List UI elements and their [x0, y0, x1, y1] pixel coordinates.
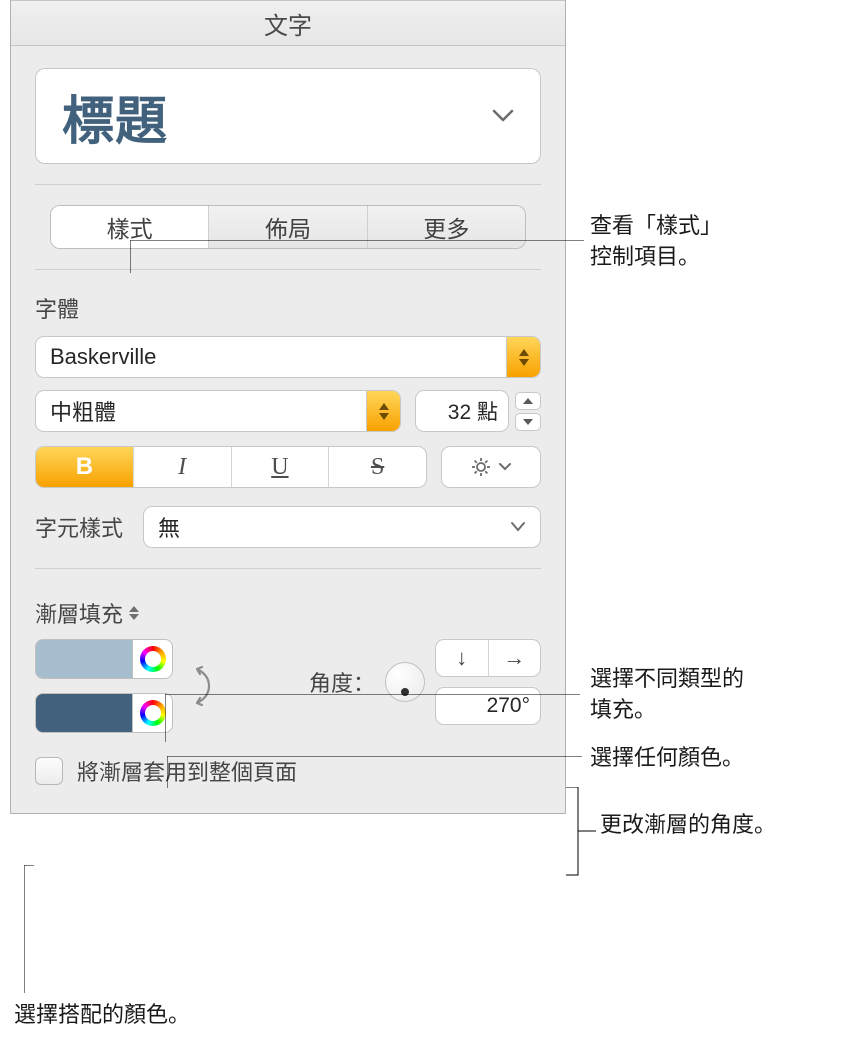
italic-button[interactable]: I: [134, 447, 232, 487]
divider: [35, 184, 541, 185]
gradient-color1-row: [35, 639, 173, 679]
tab-layout[interactable]: 佈局: [209, 206, 367, 248]
font-size-group: 32 點: [415, 390, 541, 432]
font-weight-select[interactable]: 中粗體: [35, 390, 401, 432]
color-wheel-icon: [140, 646, 166, 672]
color-wheel-icon: [140, 700, 166, 726]
tab-bar: 樣式 佈局 更多: [50, 205, 526, 249]
gradient-color2-swatch[interactable]: [35, 693, 133, 733]
text-style-group: B I U S: [35, 446, 427, 488]
panel-title: 文字: [11, 0, 565, 46]
callout-angle: 更改漸層的角度。: [600, 810, 776, 841]
underline-button[interactable]: U: [232, 447, 330, 487]
gradient-color1-swatch[interactable]: [35, 639, 133, 679]
tab-style[interactable]: 樣式: [51, 206, 209, 248]
size-down-button[interactable]: [515, 413, 541, 431]
apply-to-page-checkbox[interactable]: [35, 757, 63, 785]
angle-dial[interactable]: [385, 662, 425, 702]
chevron-down-icon: [498, 462, 512, 472]
fill-type-row[interactable]: 漸層填充: [11, 597, 565, 629]
size-up-button[interactable]: [515, 392, 541, 410]
direction-right-button[interactable]: →: [489, 640, 541, 676]
font-size-stepper: [515, 390, 541, 432]
font-family-select[interactable]: Baskerville: [35, 336, 541, 378]
direction-down-button[interactable]: ↓: [436, 640, 489, 676]
callout-line: [24, 865, 44, 995]
font-weight-stepper[interactable]: [366, 391, 400, 431]
chevron-down-icon: [510, 521, 526, 533]
gradient-swatches: [35, 639, 173, 733]
gradient-color2-row: [35, 693, 173, 733]
callout-any-color: 選擇任何顏色。: [590, 743, 744, 774]
angle-label: 角度：: [309, 666, 375, 698]
angle-input[interactable]: 270°: [435, 687, 541, 725]
character-style-row: 字元樣式 無: [11, 506, 565, 548]
chevron-down-icon: [492, 109, 514, 123]
divider: [35, 269, 541, 270]
char-style-select[interactable]: 無: [143, 506, 541, 548]
apply-to-page-label: 將漸層套用到整個頁面: [77, 755, 297, 787]
gradient-controls: 角度： ↓ → 270°: [11, 629, 565, 733]
font-weight-size-row: 中粗體 32 點: [11, 390, 565, 432]
gradient-color2-picker[interactable]: [133, 693, 173, 733]
advanced-options-button[interactable]: [441, 446, 541, 488]
divider: [35, 568, 541, 569]
char-style-label: 字元樣式: [35, 511, 123, 543]
callout-style-controls: 查看「樣式」控制項目。: [590, 211, 722, 273]
strike-button[interactable]: S: [329, 447, 426, 487]
fill-type-label: 漸層填充: [35, 597, 123, 629]
paragraph-style-name: 標題: [62, 79, 168, 154]
text-format-panel: 文字 標題 樣式 佈局 更多 字體 Baskerville 中粗體 32 點: [10, 0, 566, 814]
formatting-row: B I U S: [11, 446, 565, 488]
swap-colors-button[interactable]: [187, 661, 213, 711]
font-heading: 字體: [11, 292, 565, 324]
fill-type-stepper-icon: [129, 606, 139, 620]
paragraph-style-section: 標題: [11, 46, 565, 164]
font-family-row: Baskerville: [11, 336, 565, 378]
tab-more[interactable]: 更多: [368, 206, 525, 248]
bold-button[interactable]: B: [36, 447, 134, 487]
apply-to-page-row: 將漸層套用到整個頁面: [11, 733, 565, 813]
char-style-value: 無: [158, 511, 180, 543]
angle-block: 角度： ↓ → 270°: [227, 639, 541, 725]
direction-buttons: ↓ →: [435, 639, 541, 677]
font-weight-value: 中粗體: [50, 395, 116, 427]
callout-fill-type: 選擇不同類型的填充。: [590, 664, 744, 726]
paragraph-style-select[interactable]: 標題: [35, 68, 541, 164]
font-family-stepper[interactable]: [506, 337, 540, 377]
font-size-input[interactable]: 32 點: [415, 390, 509, 432]
font-family-value: Baskerville: [50, 344, 156, 370]
gradient-color1-picker[interactable]: [133, 639, 173, 679]
callout-matching-color: 選擇搭配的顏色。: [14, 1000, 190, 1031]
gear-icon: [470, 456, 492, 478]
